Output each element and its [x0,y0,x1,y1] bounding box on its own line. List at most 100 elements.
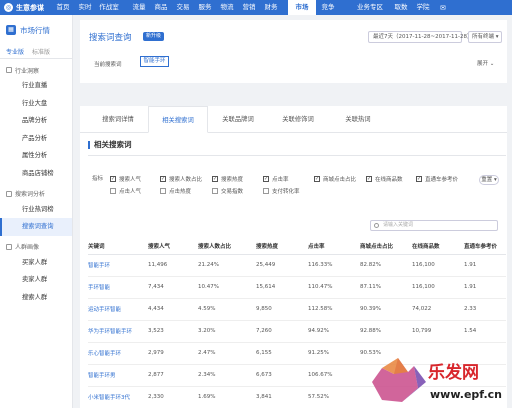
reset-button[interactable]: 重置 ▾ [479,175,499,185]
checkbox-trade-index[interactable]: 交易指数 [212,187,243,195]
nav-market[interactable]: 市场 [288,0,316,15]
cell-online-items: 116,100 [412,276,464,299]
nav-marketing[interactable]: 营销 [238,0,260,15]
sidebar-item-seller-crowd[interactable]: 卖家人群 [0,271,72,289]
check-icon: ✓ [314,176,320,182]
nav-war-room[interactable]: 作战室 [96,0,122,15]
keyword-link[interactable]: 运动手环智能 [88,298,148,321]
table-row: 运动手环智能 4,434 4.59% 9,850 112.58% 90.39% … [88,298,506,321]
checkbox-label: 搜索人气 [119,177,142,183]
cell-ztc-price: 1.91 [464,276,506,299]
expand-button[interactable]: 展开 ⌄ [477,59,494,67]
col-search-share[interactable]: 搜索人数占比 [198,238,256,255]
checkbox-ztc-price[interactable]: ✓ 直通车参考价 [416,175,458,183]
col-mall-click-share[interactable]: 商城点击占比 [360,238,412,255]
nav-realtime[interactable]: 实时 [74,0,96,15]
message-icon[interactable]: ✉ [440,0,446,15]
col-keyword[interactable]: 关键词 [88,238,148,255]
tab-related-brands[interactable]: 关联品牌词 [208,106,268,132]
tab-keyword-detail[interactable]: 搜索词详情 [88,106,148,132]
keyword-link[interactable]: 华为手环智能手环 [88,320,148,343]
sidebar: ▦ 市场行情 专业版 标准版 行业洞察 行业直播 行业大盘 品牌分析 产品分析 … [0,15,73,408]
checkbox-empty-icon [212,188,218,194]
nav-academy[interactable]: 学院 [412,0,434,15]
col-ztc-price[interactable]: 直通车参考价 [464,238,506,255]
sidebar-item-buyer-crowd[interactable]: 买家人群 [0,254,72,272]
nav-finance[interactable]: 财务 [260,0,282,15]
checkbox-search-share[interactable]: ✓ 搜索人数占比 [160,175,202,183]
checkbox-label: 在线商品数 [375,177,403,183]
tab-related-keywords[interactable]: 相关搜索词 [148,106,208,133]
col-online-items[interactable]: 在线商品数 [412,238,464,255]
col-search-popularity[interactable]: 搜索人气 [148,238,198,255]
keyword-search-input[interactable]: 请输入关键词 [370,220,498,231]
sidebar-item-search-crowd[interactable]: 搜索人群 [0,289,72,307]
device-select[interactable]: 所有终端 ▾ [468,31,502,43]
keyword-label: 当前搜索词 [94,62,122,68]
cell-search-share: 10.47% [198,276,256,299]
insight-icon [6,67,12,73]
tab-related-modifiers[interactable]: 关联修饰词 [268,106,328,132]
keyword-link[interactable]: 小米智能手环3代 [88,386,148,408]
sidebar-item-brand-analysis[interactable]: 品牌分析 [0,112,72,130]
tab-related-hot[interactable]: 关联热词 [328,106,388,132]
checkbox-label: 商城点击占比 [323,177,357,183]
col-ctr[interactable]: 点击率 [308,238,360,255]
sidebar-item-industry-live[interactable]: 行业直播 [0,77,72,95]
brand-name: 生意参谋 [16,3,44,12]
checkbox-ctr[interactable]: ✓ 点击率 [263,175,289,183]
section-title: 相关搜索词 [88,141,132,149]
checkbox-empty-icon [263,188,269,194]
checkbox-label: 点击人气 [119,189,142,195]
sidebar-section-label: 人群画像 [15,244,40,252]
col-search-heat[interactable]: 搜索热度 [256,238,308,255]
reset-label: 重置 [481,177,493,183]
sidebar-item-industry-overview[interactable]: 行业大盘 [0,95,72,113]
header-card: 搜索词查询 新升级 最近7天（2017-11-28~2017-11-28） 所有… [80,20,507,83]
checkbox-empty-icon [160,188,166,194]
tab-pro-edition[interactable]: 专业版 [6,47,24,56]
tab-standard-edition[interactable]: 标准版 [32,47,50,56]
checkbox-online-items[interactable]: ✓ 在线商品数 [366,175,403,183]
checkbox-label: 交易指数 [221,189,244,195]
checkbox-label: 直通车参考价 [425,177,459,183]
brand[interactable]: ◎ 生意参谋 [0,3,52,13]
keyword-link[interactable]: 智能手环 [88,254,148,277]
cell-search-heat: 15,614 [256,276,308,299]
checkbox-search-heat[interactable]: ✓ 搜索热度 [212,175,243,183]
cell-online-items: 116,100 [412,254,464,277]
keyword-link[interactable]: 手环智能 [88,276,148,299]
nav-logistics[interactable]: 物流 [216,0,238,15]
checkbox-mall-click-share[interactable]: ✓ 商城点击占比 [314,175,356,183]
checkbox-search-popularity[interactable]: ✓ 搜索人气 [110,175,141,183]
checkbox-label: 点击热度 [169,189,192,195]
sidebar-item-product-analysis[interactable]: 产品分析 [0,130,72,148]
cell-ctr: 116.33% [308,254,360,277]
nav-fetch-data[interactable]: 取数 [390,0,412,15]
checkbox-click-heat[interactable]: 点击热度 [160,187,191,195]
date-range-picker[interactable]: 最近7天（2017-11-28~2017-11-28） [368,31,473,43]
nav-service[interactable]: 服务 [194,0,216,15]
checkbox-click-popularity[interactable]: 点击人气 [110,187,141,195]
nav-product[interactable]: 商品 [150,0,172,15]
nav-business-zone[interactable]: 业务专区 [350,0,390,15]
cell-search-heat: 7,260 [256,320,308,343]
cell-search-popularity: 2,979 [148,342,198,365]
nav-trade[interactable]: 交易 [172,0,194,15]
keyword-link[interactable]: 乐心智能手环 [88,342,148,365]
checkbox-pay-conversion[interactable]: 支付转化率 [263,187,300,195]
search-placeholder: 请输入关键词 [383,222,414,228]
nav-competition[interactable]: 竞争 [316,0,340,15]
sidebar-item-hot-words[interactable]: 行业热词榜 [0,201,72,219]
cell-search-popularity: 11,496 [148,254,198,277]
sidebar-item-keyword-query[interactable]: 搜索词查询 [0,218,72,236]
nav-home[interactable]: 首页 [52,0,74,15]
sidebar-item-attribute-analysis[interactable]: 属性分析 [0,147,72,165]
keyword-link[interactable]: 智能手环男 [88,364,148,387]
cell-ztc-price: 1.91 [464,254,506,277]
checkbox-empty-icon [110,188,116,194]
keyword-tag[interactable]: 智能手环 [140,56,169,67]
nav-traffic[interactable]: 流量 [128,0,150,15]
sidebar-item-shop-ranking[interactable]: 商品店铺榜 [0,165,72,183]
device-select-value: 所有终端 [472,34,495,40]
